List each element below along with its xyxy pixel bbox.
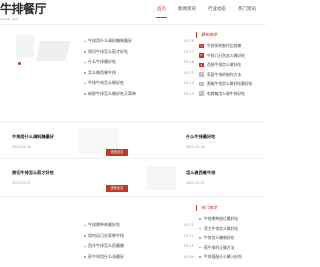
article-list: 牛排哪种肉最好吃 03-12 如何自己在家做牛排 03-11 西冷牛排怎么煎最嫩 03… [84,220,194,262]
section-divider [0,158,266,159]
list-item[interactable]: 原切牛排怎么煎才好吃 03-17 [84,47,194,58]
sidebar-item[interactable]: 牛排哪种部位最好吃 [196,214,262,224]
card-date: 2025-03-15 [186,181,205,185]
nav-item-hot[interactable]: 热门资讯 [232,6,262,14]
sidebar-item[interactable]: 1 牛排如何制作比较嫩 [196,41,262,51]
list-item-title: 牛排牛肉怎么做好吃 [88,80,124,85]
sidebar-item-label: 黑椒牛排怎么做好吃最好吃 [207,81,253,86]
sidebar-item[interactable]: 牛排怎么腌制好吃 [196,233,262,243]
site-logo[interactable]: 牛排餐厅 niupai.com [0,2,47,23]
list-item-date: 03-13 [183,91,194,96]
section-divider [0,196,266,197]
logo-subtitle: niupai.com [0,17,19,21]
header-divider [0,24,266,25]
list-item[interactable]: 牛排牛肉怎么做好吃 03-14 [84,78,194,89]
site-header: 牛排餐厅 niupai.com 首页 新闻资讯 行业动态 热门资讯 [0,0,266,26]
card-title: 原切牛排怎么煎才好吃 [12,170,54,175]
sidebar-item-label: 菲力牛排怎么做好吃 [204,225,239,231]
card-title: 怎么做西餐牛排 [186,170,216,175]
card-date: 2025-03-16 [186,145,205,149]
sidebar-item-label: 西餐牛排怎么做好吃 [207,62,242,67]
list-item-date: 03-12 [183,223,194,227]
sidebar-item-label: 牛排几分熟怎么做好吃 [207,52,245,58]
article-card[interactable]: 牛排用什么调料腌最好 2025-03-18 查看全文 [12,134,128,156]
carousel-dot[interactable] [18,62,21,65]
list-item[interactable]: 煎牛排用什么油最好 03-09 [84,252,194,263]
list-item-date: 03-11 [183,233,194,238]
list-item-date: 03-18 [183,39,194,43]
nav-item-home[interactable]: 首页 [151,6,172,18]
list-item-title: 西冷牛排怎么煎最嫩 [88,243,124,248]
list-item-date: 03-17 [183,49,194,54]
sidebar-item-label: 家庭牛排的制作方法 [207,71,242,77]
card-image[interactable] [146,166,176,190]
list-item-title: 煎牛排用什么油最好 [88,253,124,259]
sidebar-item-label: 牛排怎么腌制好吃 [204,235,235,240]
list-item[interactable]: 西冷牛排怎么煎最嫩 03-10 [84,241,194,252]
hero-image[interactable] [10,33,76,66]
sidebar-item[interactable]: 4 家庭牛排的制作方法 [196,70,262,80]
sidebar-item-label: 牛排如何制作比较嫩 [207,43,242,48]
list-item[interactable]: 新鲜牛排怎么做好吃又简单 03-13 [84,89,194,100]
article-card[interactable]: 什么牛排最好吃 2025-03-16 [186,134,262,156]
rank-badge: 6 [199,91,204,96]
section-divider [0,122,266,123]
card-title: 什么牛排最好吃 [186,134,216,139]
list-item[interactable]: 牛排用什么调料腌制最好 03-18 [84,36,194,47]
list-item-title: 牛排哪种肉最好吃 [88,222,120,227]
sidebar-item[interactable]: 菲力牛排怎么做好吃 [196,224,262,234]
list-item[interactable]: 如何自己在家做牛排 03-11 [84,231,194,242]
hero-image-shape [35,41,71,61]
hero-image-shape [16,35,34,57]
card-title: 牛排用什么调料腌最好 [12,134,54,139]
list-item-title: 如何自己在家做牛排 [88,232,124,238]
sidebar-item-label: 煎牛排的正确方法 [204,244,235,250]
read-more-button[interactable]: 查看全文 [106,149,128,156]
sidebar-item[interactable]: 2 牛排几分熟怎么做好吃 [196,51,262,61]
rank-badge: 2 [199,53,204,58]
list-item-title: 牛排用什么调料腌制最好 [88,38,132,43]
list-item[interactable]: 牛排哪种肉最好吃 03-12 [84,220,194,231]
article-card[interactable]: 怎么做西餐牛排 2025-03-15 [186,170,262,192]
list-item-date: 03-09 [183,254,194,259]
sidebar-item[interactable]: 3 西餐牛排怎么做好吃 [196,60,262,70]
sidebar-item[interactable]: 6 电烤箱怎么做牛排好吃 [196,89,262,99]
sidebar-item-label: 牛排哪种部位最好吃 [204,216,239,221]
rank-badge: 5 [199,81,204,86]
list-item-date: 03-16 [183,60,194,64]
list-item-title: 新鲜牛排怎么做好吃又简单 [88,90,136,96]
sidebar-item-label: 牛排搭配什么酱汁好吃 [204,254,242,259]
nav-item-news[interactable]: 新闻资讯 [172,6,202,14]
list-item-date: 03-14 [183,81,194,85]
rank-badge: 4 [199,72,204,77]
rank-badge: 3 [199,62,204,67]
list-item-title: 原切牛排怎么煎才好吃 [88,48,128,54]
sidebar-heading: 最新推荐 [196,32,262,38]
article-card[interactable]: 原切牛排怎么煎才好吃 2025-03-17 查看全文 [12,170,128,192]
main-nav: 首页 新闻资讯 行业动态 热门资讯 [151,6,262,18]
sidebar-hot: 热门推荐 牛排哪种部位最好吃 菲力牛排怎么做好吃 牛排怎么腌制好吃 煎牛排的正确… [196,205,262,262]
list-item-date: 03-15 [183,70,194,75]
sidebar-item[interactable]: 5 黑椒牛排怎么做好吃最好吃 [196,79,262,89]
sidebar-item-label: 电烤箱怎么做牛排好吃 [207,90,245,96]
sidebar-heading: 热门推荐 [196,205,262,211]
list-item-title: 怎么做西餐牛排 [88,69,116,75]
sidebar-item[interactable]: 煎牛排的正确方法 [196,243,262,253]
read-more-button[interactable]: 查看全文 [106,185,128,192]
list-item[interactable]: 怎么做西餐牛排 03-15 [84,68,194,79]
article-list: 牛排用什么调料腌制最好 03-18 原切牛排怎么煎才好吃 03-17 什么牛排最好吃… [84,36,194,99]
sidebar-latest: 最新推荐 1 牛排如何制作比较嫩 2 牛排几分熟怎么做好吃 3 西餐牛排怎么做好吃 4… [196,32,262,98]
list-item[interactable]: 什么牛排最好吃 03-16 [84,57,194,68]
nav-item-industry[interactable]: 行业动态 [202,6,232,14]
sidebar-item[interactable]: 牛排搭配什么酱汁好吃 [196,252,262,262]
logo-title: 牛排餐厅 [0,2,47,16]
list-item-date: 03-10 [183,244,194,248]
rank-badge: 1 [199,43,204,48]
list-item-title: 什么牛排最好吃 [88,59,116,64]
